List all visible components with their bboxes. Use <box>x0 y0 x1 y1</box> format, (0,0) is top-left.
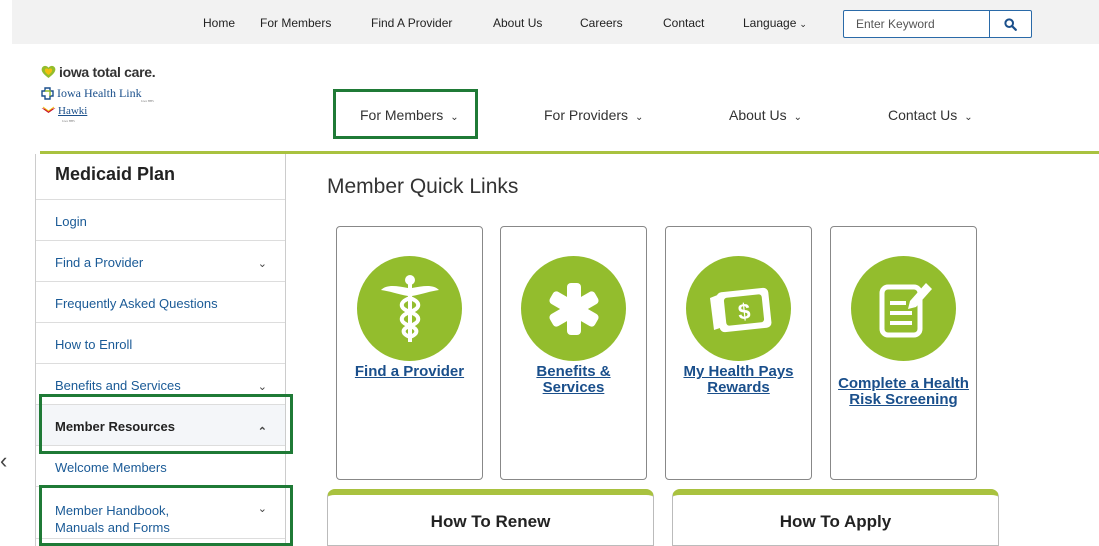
quick-link-label[interactable]: Complete a Health Risk Screening <box>835 376 972 408</box>
caduceus-icon <box>357 256 462 361</box>
logo-program-1-text: Iowa Health Link <box>57 86 142 100</box>
chevron-down-icon: ⌄ <box>799 19 807 29</box>
search-input[interactable] <box>844 11 989 37</box>
main-nav-about-us[interactable]: About Us ⌄ <box>729 107 802 123</box>
logo-program-2-text: Hawki <box>58 105 88 117</box>
chevron-down-icon: ⌄ <box>793 112 802 123</box>
sidebar-item-label: Find a Provider <box>55 255 144 270</box>
logo-program-2-sub: Iowa HHS <box>62 119 75 123</box>
logo-brand-text: iowa total care. <box>59 64 156 80</box>
quick-link-card-health-risk-screening[interactable]: Complete a Health Risk Screening <box>830 226 977 480</box>
logo-program-2: Hawki Iowa HHS <box>41 105 88 123</box>
how-to-renew-card[interactable]: How To Renew <box>327 489 654 546</box>
how-to-renew-title: How To Renew <box>430 512 551 531</box>
sidebar-item-label: Welcome Members <box>55 460 167 475</box>
sidebar-title: Medicaid Plan <box>36 154 285 200</box>
quick-link-card-my-health-pays[interactable]: $ My Health Pays Rewards <box>665 226 812 480</box>
sidebar-item-label: Benefits and Services <box>55 378 181 393</box>
utility-link-home[interactable]: Home <box>203 16 235 30</box>
main-nav-for-providers[interactable]: For Providers ⌄ <box>544 107 643 123</box>
highlight-box-member-handbook <box>39 485 293 546</box>
chevron-down-icon: ⌄ <box>257 381 267 393</box>
main-nav-contact-us[interactable]: Contact Us ⌄ <box>888 107 973 123</box>
sidebar-item-login[interactable]: Login <box>36 200 285 241</box>
money-icon: $ <box>686 256 791 361</box>
how-to-apply-card[interactable]: How To Apply <box>672 489 999 546</box>
sidebar-item-how-to-enroll[interactable]: How to Enroll <box>36 323 285 364</box>
page-title: Member Quick Links <box>327 175 519 198</box>
svg-text:$: $ <box>736 298 751 324</box>
logo-brand-line: iowa total care. <box>41 64 156 80</box>
utility-link-contact[interactable]: Contact <box>663 16 704 30</box>
language-selector[interactable]: Language ⌄ <box>743 16 807 31</box>
search-icon <box>1004 17 1017 31</box>
main-nav-label: Contact Us <box>888 107 958 123</box>
logo-program-1: Iowa Health Link Iowa HHS <box>41 86 154 103</box>
quick-link-label[interactable]: Find a Provider <box>341 364 478 380</box>
utility-link-careers[interactable]: Careers <box>580 16 623 30</box>
sidebar-item-faq[interactable]: Frequently Asked Questions <box>36 282 285 323</box>
sidebar-item-label: How to Enroll <box>55 337 133 352</box>
heart-logo-icon <box>41 65 56 78</box>
quick-link-label[interactable]: Benefits & Services <box>505 364 642 396</box>
utility-link-for-members[interactable]: For Members <box>260 16 331 30</box>
highlight-box-member-resources <box>39 394 293 454</box>
main-nav-label: About Us <box>729 107 787 123</box>
asterisk-icon <box>521 256 626 361</box>
quick-link-label[interactable]: My Health Pays Rewards <box>670 364 807 396</box>
search-button[interactable] <box>989 11 1031 37</box>
sidebar-item-find-a-provider[interactable]: Find a Provider ⌄ <box>36 241 285 282</box>
sidebar-item-label: Login <box>55 214 87 229</box>
chevron-down-icon: ⌄ <box>964 112 973 123</box>
utility-link-about-us[interactable]: About Us <box>493 16 542 30</box>
logo-program-1-sub: Iowa HHS <box>141 99 154 103</box>
quick-link-card-benefits-services[interactable]: Benefits & Services <box>500 226 647 480</box>
site-logo[interactable]: iowa total care. Iowa Health Link Iowa H… <box>41 64 191 134</box>
chevron-down-icon: ⌄ <box>257 258 267 270</box>
clipboard-edit-icon <box>851 256 956 361</box>
highlight-box-for-members <box>333 89 478 139</box>
main-nav-label: For Providers <box>544 107 629 123</box>
utility-link-find-a-provider[interactable]: Find A Provider <box>371 16 452 30</box>
how-to-apply-title: How To Apply <box>779 512 892 531</box>
search-box <box>843 10 1032 38</box>
quick-link-card-find-a-provider[interactable]: Find a Provider <box>336 226 483 480</box>
chevron-left-icon[interactable]: ‹ <box>0 448 7 474</box>
hawk-icon <box>41 106 56 113</box>
language-label: Language <box>743 16 797 30</box>
chevron-down-icon: ⌄ <box>635 112 644 123</box>
iowa-health-link-icon <box>41 87 54 100</box>
sidebar-item-label: Frequently Asked Questions <box>55 296 218 311</box>
